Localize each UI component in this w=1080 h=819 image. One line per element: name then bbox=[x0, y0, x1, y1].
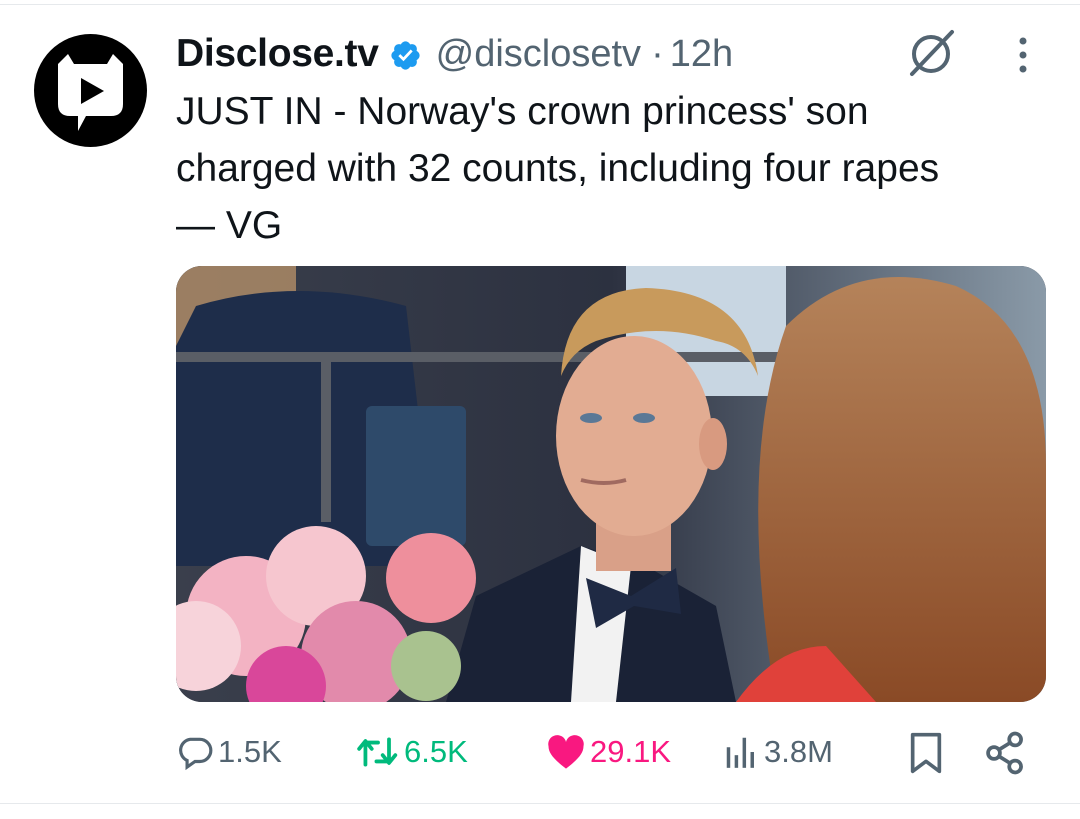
views-chart-icon bbox=[726, 737, 754, 768]
reply-icon bbox=[179, 737, 213, 771]
tweet-text: JUST IN - Norway's crown princess' son c… bbox=[176, 83, 1056, 254]
divider-bottom bbox=[0, 803, 1080, 804]
verified-badge-icon[interactable] bbox=[389, 39, 422, 72]
tweet-card: Disclose.tv @disclosetv · 12h JUST IN - … bbox=[0, 0, 1080, 819]
reply-count: 1.5K bbox=[218, 734, 282, 769]
share-icon[interactable] bbox=[984, 731, 1026, 775]
tweet-text-line: JUST IN - Norway's crown princess' son bbox=[176, 90, 869, 133]
handle[interactable]: @disclosetv bbox=[436, 33, 641, 76]
bookmark-icon[interactable] bbox=[906, 731, 946, 775]
photo-man-in-tuxedo-icon bbox=[176, 266, 1046, 702]
separator-dot: · bbox=[651, 32, 664, 75]
like-count: 29.1K bbox=[590, 734, 672, 769]
display-name[interactable]: Disclose.tv bbox=[176, 32, 379, 76]
tweet-text-line: charged with 32 counts, including four r… bbox=[176, 147, 940, 190]
like-button[interactable]: 29.1K bbox=[546, 726, 671, 778]
timestamp[interactable]: 12h bbox=[670, 33, 733, 76]
tweet-text-line: — VG bbox=[176, 204, 283, 247]
play-speech-bubble-logo-icon bbox=[58, 54, 123, 131]
reply-button[interactable]: 1.5K bbox=[176, 726, 282, 778]
retweet-count: 6.5K bbox=[404, 734, 468, 769]
views-button[interactable]: 3.8M bbox=[722, 726, 833, 778]
more-options-icon[interactable] bbox=[1012, 34, 1034, 80]
retweet-icon bbox=[357, 737, 398, 767]
views-count: 3.8M bbox=[764, 734, 833, 769]
tweet-photo[interactable] bbox=[176, 266, 1046, 702]
heart-icon bbox=[548, 735, 584, 769]
retweet-button[interactable]: 6.5K bbox=[356, 726, 468, 778]
avatar[interactable] bbox=[34, 34, 147, 147]
divider-top bbox=[0, 4, 1080, 5]
grok-icon[interactable] bbox=[904, 26, 958, 78]
tweet-header: Disclose.tv @disclosetv · 12h bbox=[176, 26, 733, 82]
